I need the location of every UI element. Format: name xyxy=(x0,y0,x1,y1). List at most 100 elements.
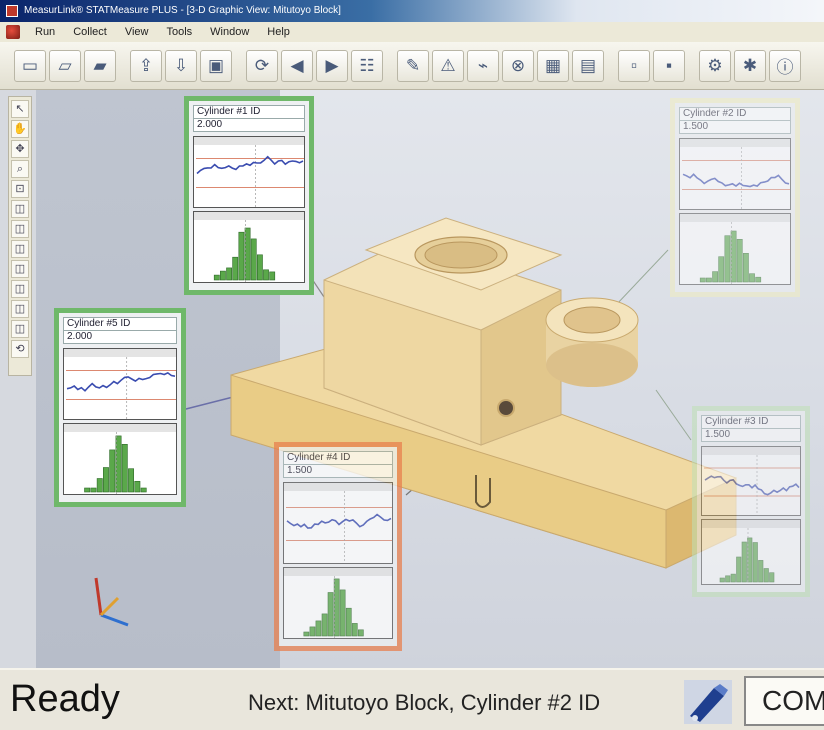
chart-header xyxy=(194,137,304,145)
histogram-bar xyxy=(730,573,736,583)
trend-line xyxy=(704,475,800,496)
menu-view[interactable]: View xyxy=(116,22,158,42)
panel-value: 2.000 xyxy=(63,331,177,344)
zoom-icon[interactable]: ⌕ xyxy=(11,160,29,178)
app-window: MeasurLink® STATMeasure PLUS - [3-D Grap… xyxy=(0,0,824,730)
histogram-bar xyxy=(134,480,141,493)
view-top-icon[interactable]: ◫ xyxy=(11,280,29,298)
edit-icon[interactable]: ✎ xyxy=(397,49,429,82)
histogram-bar xyxy=(232,256,239,281)
save-icon[interactable]: ▣ xyxy=(200,49,232,82)
histogram-chart[interactable] xyxy=(679,213,791,285)
menu-help[interactable]: Help xyxy=(258,22,299,42)
import-icon[interactable]: ⇪ xyxy=(130,49,162,82)
document-icon[interactable] xyxy=(6,25,20,39)
tools-icon[interactable]: ✱ xyxy=(734,49,766,82)
trend-line xyxy=(66,371,176,392)
trend-chart[interactable] xyxy=(63,348,177,420)
histogram-bar xyxy=(84,487,91,493)
grid-icon[interactable]: ▤ xyxy=(572,49,604,82)
chart-icon[interactable]: ⌁ xyxy=(467,49,499,82)
histogram-bar xyxy=(345,607,352,637)
view-bottom-icon[interactable]: ◫ xyxy=(11,300,29,318)
histogram-bar xyxy=(749,273,755,283)
histogram-chart[interactable] xyxy=(283,567,393,639)
select-arrow-icon[interactable]: ↖ xyxy=(11,100,29,118)
stop-icon[interactable]: ⊗ xyxy=(502,49,534,82)
com-port-indicator[interactable]: COM xyxy=(744,676,824,726)
view-left-icon[interactable]: ◫ xyxy=(11,240,29,258)
histogram-bar xyxy=(741,541,747,583)
menu-tools[interactable]: Tools xyxy=(157,22,201,42)
trend-chart[interactable] xyxy=(283,482,393,564)
collect-icon[interactable]: ⟳ xyxy=(246,49,278,82)
histogram-bar xyxy=(742,252,749,283)
chart-header xyxy=(284,568,392,576)
layout-icon[interactable]: ▫ xyxy=(618,49,650,82)
chart-panel-cylinder-3[interactable]: Cylinder #3 ID 1.500 xyxy=(692,406,810,597)
histogram-bar xyxy=(358,629,364,637)
menu-collect[interactable]: Collect xyxy=(64,22,116,42)
chart-panel-cylinder-4[interactable]: Cylinder #4 ID 1.500 xyxy=(274,442,402,651)
panel-value: 2.000 xyxy=(193,119,305,132)
window-icon[interactable]: ▪ xyxy=(653,49,685,82)
histogram-bar xyxy=(755,276,762,283)
view-right-icon[interactable]: ◫ xyxy=(11,260,29,278)
histogram-bar xyxy=(339,589,346,637)
connector-line xyxy=(655,389,692,441)
histogram-bar xyxy=(718,256,725,283)
chart-header xyxy=(680,214,790,222)
title-bar: MeasurLink® STATMeasure PLUS - [3-D Grap… xyxy=(0,0,824,22)
app-icon xyxy=(6,5,18,17)
trend-chart[interactable] xyxy=(679,138,791,210)
histogram-chart[interactable] xyxy=(701,519,801,585)
chart-panel-cylinder-2[interactable]: Cylinder #2 ID 1.500 xyxy=(670,98,800,297)
info-icon[interactable]: ⓘ xyxy=(769,49,801,82)
trend-line xyxy=(286,513,392,529)
chart-panel-cylinder-1[interactable]: Cylinder #1 ID 2.000 xyxy=(184,96,314,295)
gage-probe-icon[interactable] xyxy=(684,680,732,724)
histogram-bar xyxy=(256,254,263,281)
menu-window[interactable]: Window xyxy=(201,22,258,42)
axis-triad-icon xyxy=(94,577,129,627)
hand-icon[interactable]: ✋ xyxy=(11,120,29,138)
histogram-bar xyxy=(763,568,769,583)
warning-icon[interactable]: ⚠ xyxy=(432,49,464,82)
chart-header xyxy=(680,139,790,147)
menu-run[interactable]: Run xyxy=(26,22,64,42)
histogram-bar xyxy=(724,235,731,283)
folder-icon[interactable]: ▰ xyxy=(84,49,116,82)
back-icon[interactable]: ◀ xyxy=(281,49,313,82)
chart-header xyxy=(702,520,800,528)
histogram-bar xyxy=(351,623,358,637)
histogram-bar xyxy=(226,267,232,281)
3d-graphic-view[interactable]: Cylinder #1 ID 2.000 Cylinder #2 ID 1.50… xyxy=(36,90,824,668)
panel-title: Cylinder #5 ID xyxy=(63,317,177,331)
open-folder-icon[interactable]: ▱ xyxy=(49,49,81,82)
view-iso-icon[interactable]: ◫ xyxy=(11,320,29,338)
forward-icon[interactable]: ▶ xyxy=(316,49,348,82)
trend-chart[interactable] xyxy=(193,136,305,208)
chart-header xyxy=(194,212,304,220)
reports-icon[interactable]: ☷ xyxy=(351,49,383,82)
table-icon[interactable]: ▦ xyxy=(537,49,569,82)
histogram-chart[interactable] xyxy=(193,211,305,283)
fit-view-icon[interactable]: ⊡ xyxy=(11,180,29,198)
rotate-icon[interactable]: ⟲ xyxy=(11,340,29,358)
histogram-bar xyxy=(705,277,712,283)
trend-chart[interactable] xyxy=(701,446,801,516)
histogram-bar xyxy=(719,577,725,583)
view-back-icon[interactable]: ◫ xyxy=(11,220,29,238)
measured-hole[interactable] xyxy=(497,399,515,417)
panel-title: Cylinder #2 ID xyxy=(679,107,791,121)
new-file-icon[interactable]: ▭ xyxy=(14,49,46,82)
histogram-chart[interactable] xyxy=(63,423,177,495)
settings-icon[interactable]: ⚙ xyxy=(699,49,731,82)
view-front-icon[interactable]: ◫ xyxy=(11,200,29,218)
histogram-bar xyxy=(333,578,340,637)
chart-panel-cylinder-5[interactable]: Cylinder #5 ID 2.000 xyxy=(54,308,186,507)
export-icon[interactable]: ⇩ xyxy=(165,49,197,82)
histogram-bar xyxy=(250,238,257,281)
pan-icon[interactable]: ✥ xyxy=(11,140,29,158)
panel-value: 1.500 xyxy=(701,429,801,442)
